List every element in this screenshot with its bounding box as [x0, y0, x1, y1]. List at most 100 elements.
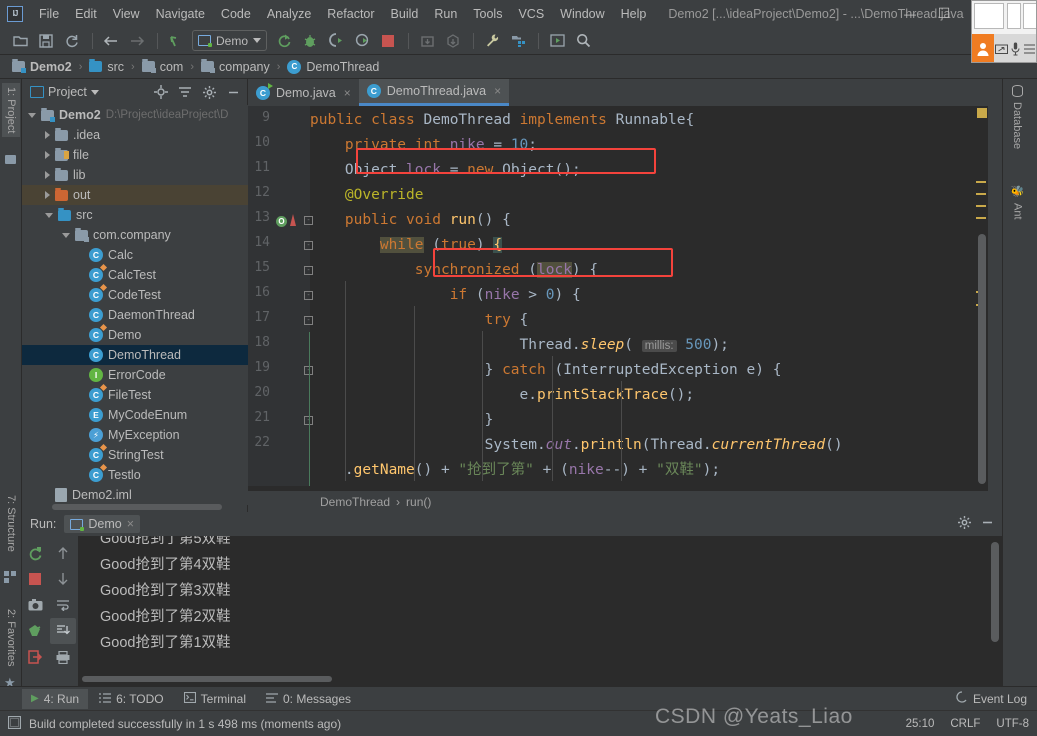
overlay-menu-icon[interactable]: [1022, 34, 1036, 62]
save-all-icon[interactable]: [34, 30, 58, 52]
code-editor[interactable]: 91011121314151617181920212223--------O p…: [248, 106, 988, 486]
warning-marker[interactable]: [976, 217, 986, 219]
code-line[interactable]: while (true) {: [310, 233, 988, 258]
overlay-share-icon[interactable]: [994, 34, 1008, 62]
breadcrumb-item-src[interactable]: src: [85, 58, 128, 76]
warning-marker[interactable]: [976, 193, 986, 195]
file-encoding[interactable]: UTF-8: [996, 718, 1029, 730]
menu-build[interactable]: Build: [383, 3, 427, 25]
run-method-gutter-icon[interactable]: O: [276, 216, 287, 227]
collapse-arrow-icon[interactable]: [45, 171, 50, 179]
open-folder-icon[interactable]: [8, 30, 32, 52]
code-line[interactable]: synchronized (lock) {: [310, 258, 988, 283]
sync-icon[interactable]: [60, 30, 84, 52]
code-line[interactable]: private int nike = 10;: [310, 133, 988, 158]
collapse-arrow-icon[interactable]: [45, 151, 50, 159]
search-everywhere-icon[interactable]: [571, 30, 595, 52]
stop-icon[interactable]: [376, 30, 400, 52]
tree-item-src[interactable]: src: [22, 205, 248, 225]
code-line[interactable]: System.out.println(Thread.currentThread(…: [310, 433, 988, 458]
breadcrumb-item-demo2[interactable]: Demo2: [8, 58, 76, 76]
camera-icon[interactable]: [22, 592, 48, 618]
profile-icon[interactable]: [350, 30, 374, 52]
project-tree-hscrollbar[interactable]: [52, 504, 222, 510]
tree-item-out[interactable]: out: [22, 185, 248, 205]
rerun-icon[interactable]: [22, 540, 48, 566]
breadcrumb-item-com[interactable]: com: [138, 58, 188, 76]
collapse-arrow-icon[interactable]: [45, 131, 50, 139]
close-icon[interactable]: ×: [127, 517, 134, 531]
tree-item-demo2-iml[interactable]: Demo2.iml: [22, 485, 248, 505]
bottom-tab-messages[interactable]: 0: Messages: [257, 689, 360, 709]
down-arrow-icon[interactable]: [50, 566, 76, 592]
code-content[interactable]: public class DemoThread implements Runna…: [310, 106, 988, 486]
code-line[interactable]: Object lock = new Object();: [310, 158, 988, 183]
thread-dump-icon[interactable]: [22, 618, 48, 644]
minimize-button[interactable]: —: [893, 0, 927, 27]
sidebar-tab-favorites[interactable]: 2: Favorites: [2, 605, 20, 670]
tree-item--idea[interactable]: .idea: [22, 125, 248, 145]
hide-panel-icon[interactable]: [223, 82, 243, 102]
run-tab-demo[interactable]: Demo ×: [64, 515, 141, 533]
menu-edit[interactable]: Edit: [67, 3, 105, 25]
sidebar-tab-database[interactable]: Database: [1011, 85, 1023, 149]
tree-item-demo2[interactable]: Demo2 D:\Project\ideaProject\D: [22, 105, 248, 125]
tree-item-testlo[interactable]: C Testlo: [22, 463, 248, 485]
run-configurations-icon[interactable]: [545, 30, 569, 52]
stop-icon[interactable]: [22, 566, 48, 592]
update-project-icon[interactable]: [415, 30, 439, 52]
settings-wrench-icon[interactable]: [480, 30, 504, 52]
menu-file[interactable]: File: [31, 3, 67, 25]
code-line[interactable]: }: [310, 408, 988, 433]
override-gutter-icon[interactable]: [290, 214, 296, 226]
tree-item-calc[interactable]: C Calc: [22, 245, 248, 265]
undo-icon[interactable]: [164, 30, 188, 52]
scroll-to-end-icon[interactable]: [50, 618, 76, 644]
tree-item-mycodeenum[interactable]: E MyCodeEnum: [22, 405, 248, 425]
bottom-tab-terminal[interactable]: Terminal: [175, 689, 255, 709]
menu-view[interactable]: View: [105, 3, 148, 25]
up-arrow-icon[interactable]: [50, 540, 76, 566]
warning-marker[interactable]: [976, 205, 986, 207]
breadcrumb-item-demothread[interactable]: C DemoThread: [283, 58, 383, 76]
soft-wrap-icon[interactable]: [50, 592, 76, 618]
tree-item-demo[interactable]: C Demo: [22, 323, 248, 345]
code-line[interactable]: } catch (InterruptedException e) {: [310, 358, 988, 383]
tree-item-calctest[interactable]: C CalcTest: [22, 263, 248, 285]
sidebar-tab-project[interactable]: 1: Project: [2, 83, 20, 138]
breadcrumb-class[interactable]: DemoThread: [320, 495, 390, 509]
tree-item-errorcode[interactable]: I ErrorCode: [22, 365, 248, 385]
bottom-tab-run[interactable]: ▶ 4: Run: [22, 688, 89, 709]
code-line[interactable]: public class DemoThread implements Runna…: [310, 108, 988, 133]
code-line[interactable]: Thread.sleep( millis: 500);: [310, 333, 988, 358]
menu-code[interactable]: Code: [213, 3, 259, 25]
menu-navigate[interactable]: Navigate: [148, 3, 213, 25]
editor-marker-bar[interactable]: [974, 106, 988, 486]
forward-arrow-icon[interactable]: [125, 30, 149, 52]
settings-gear-icon[interactable]: [199, 82, 219, 102]
tree-item-file[interactable]: file: [22, 145, 248, 165]
tree-item-filetest[interactable]: C FileTest: [22, 383, 248, 405]
menu-run[interactable]: Run: [426, 3, 465, 25]
sidebar-tab-structure[interactable]: 7: Structure: [2, 491, 20, 556]
tree-item-daemonthread[interactable]: C DaemonThread: [22, 305, 248, 325]
chevron-down-icon[interactable]: [90, 89, 99, 95]
editor-scrollbar-thumb[interactable]: [978, 234, 986, 484]
run-with-coverage-icon[interactable]: [324, 30, 348, 52]
console-hscrollbar[interactable]: [82, 676, 332, 682]
overlay-microphone-icon[interactable]: [1008, 34, 1022, 62]
code-line[interactable]: @Override: [310, 183, 988, 208]
editor-gutter[interactable]: 91011121314151617181920212223--------O: [248, 106, 313, 486]
sidebar-tab-ant[interactable]: 🐝 Ant: [1011, 185, 1024, 220]
breadcrumb-item-company[interactable]: company: [197, 58, 274, 76]
code-line[interactable]: public void run() {: [310, 208, 988, 233]
tree-item-lib[interactable]: lib: [22, 165, 248, 185]
code-line[interactable]: .getName() + "抢到了第" + (nike--) + "双鞋");: [310, 458, 988, 483]
run-console-output[interactable]: Good抢到了第5双鞋 Good抢到了第4双鞋 Good抢到了第3双鞋 Good抢到了…: [78, 536, 1002, 686]
menu-vcs[interactable]: VCS: [510, 3, 552, 25]
commit-icon[interactable]: [441, 30, 465, 52]
menu-help[interactable]: Help: [613, 3, 655, 25]
caret-position[interactable]: 25:10: [906, 718, 935, 730]
print-icon[interactable]: [50, 644, 76, 670]
tree-item-myexception[interactable]: ⚡ MyException: [22, 425, 248, 445]
